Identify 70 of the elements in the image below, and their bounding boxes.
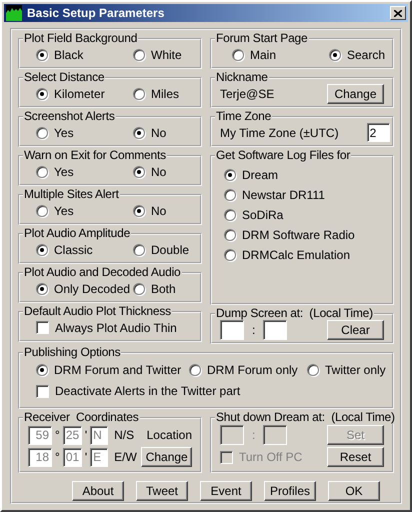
checkbox-option[interactable]: Always Plot Audio Thin [36, 320, 177, 334]
group-title: Dump Screen at: (Local Time) [215, 307, 374, 320]
group-title: Select Distance [23, 71, 106, 84]
radio-option[interactable]: DRMCalc Emulation [224, 248, 384, 262]
dialog-button[interactable]: About [72, 481, 124, 501]
degree-mark: ° [55, 450, 60, 464]
dialog-button[interactable]: Tweet [136, 481, 188, 501]
radio-option[interactable]: Dream [224, 168, 384, 182]
checkbox-option[interactable]: Deactivate Alerts in the Twitter part [36, 384, 240, 398]
radio-option[interactable]: Only Decoded [36, 282, 130, 296]
dialog-button[interactable]: OK [328, 481, 380, 501]
radio-option[interactable]: Main [232, 48, 276, 62]
group-title: Publishing Options [23, 346, 122, 359]
radio-option[interactable]: No [133, 126, 166, 140]
radio-option[interactable]: DRM Forum and Twitter [36, 363, 182, 377]
radio-option[interactable]: Miles [133, 86, 180, 100]
radio-option[interactable]: Yes [36, 126, 74, 140]
axis-label: N/S [114, 428, 136, 442]
degrees-field[interactable]: 59 [28, 426, 52, 444]
degrees-field[interactable]: 18 [28, 448, 52, 466]
degree-mark: ° [55, 428, 60, 442]
radio-option[interactable]: Newstar DR111 [224, 188, 384, 202]
window-title: Basic Setup Parameters [27, 6, 166, 20]
radio-option[interactable]: Black [36, 48, 84, 62]
group-title: Plot Field Background [23, 32, 138, 45]
change-location-button[interactable]: Change [141, 447, 192, 467]
group-title: Default Audio Plot Thickness [23, 305, 172, 318]
group-title: Warn on Exit for Comments [23, 149, 167, 162]
time-zone-field[interactable]: 2 [366, 123, 390, 142]
group-title: Time Zone [215, 110, 272, 123]
group-title: Shut down Dream at: (Local Time) [215, 411, 396, 424]
group-title: Plot Audio and Decoded Audio [23, 266, 182, 279]
group-title: Plot Audio Amplitude [23, 227, 132, 240]
hemisphere-field[interactable]: N [90, 426, 108, 444]
time-separator: : [252, 322, 256, 336]
radio-option[interactable]: White [133, 48, 182, 62]
minute-mark: ' [84, 450, 88, 464]
group-title: Forum Start Page [215, 32, 309, 45]
hemisphere-field[interactable]: E [90, 448, 108, 466]
group-title: Multiple Sites Alert [23, 188, 120, 201]
clear-button[interactable]: Clear [327, 320, 384, 340]
location-label: Location [146, 428, 192, 442]
radio-option[interactable]: Both [133, 282, 176, 296]
time-zone-label: My Time Zone (±UTC) [220, 126, 339, 140]
time-separator: : [252, 428, 256, 442]
radio-option[interactable]: DRM Forum only [189, 363, 298, 377]
group-title: Get Software Log Files for [215, 149, 352, 162]
radio-option[interactable]: Classic [36, 242, 93, 256]
group-title: Receiver Coordinates [23, 411, 140, 424]
minutes-field[interactable]: 25 [62, 426, 82, 444]
group-title: Nickname [215, 71, 269, 84]
axis-label: E/W [114, 450, 138, 464]
radio-option[interactable]: Search [329, 48, 386, 62]
change-button[interactable]: Change [327, 84, 384, 104]
nickname-text: Terje@SE [220, 86, 274, 100]
radio-option[interactable]: No [133, 164, 166, 178]
radio-option[interactable]: Double [133, 242, 190, 256]
reset-button[interactable]: Reset [327, 447, 384, 467]
dialog-button[interactable]: Event [200, 481, 252, 501]
radio-option[interactable]: SoDiRa [224, 208, 384, 222]
radio-option[interactable]: DRM Software Radio [224, 228, 384, 242]
radio-option[interactable]: Kilometer [36, 86, 105, 100]
radio-option[interactable]: Yes [36, 164, 74, 178]
minute-mark: ' [84, 428, 88, 442]
radio-option[interactable]: Yes [36, 204, 74, 218]
dialog-button[interactable]: Profiles [264, 481, 316, 501]
group-title: Screenshot Alerts [23, 110, 116, 123]
minutes-field[interactable]: 01 [62, 448, 82, 466]
radio-option[interactable]: No [133, 204, 166, 218]
radio-option[interactable]: Twitter only [307, 363, 386, 377]
